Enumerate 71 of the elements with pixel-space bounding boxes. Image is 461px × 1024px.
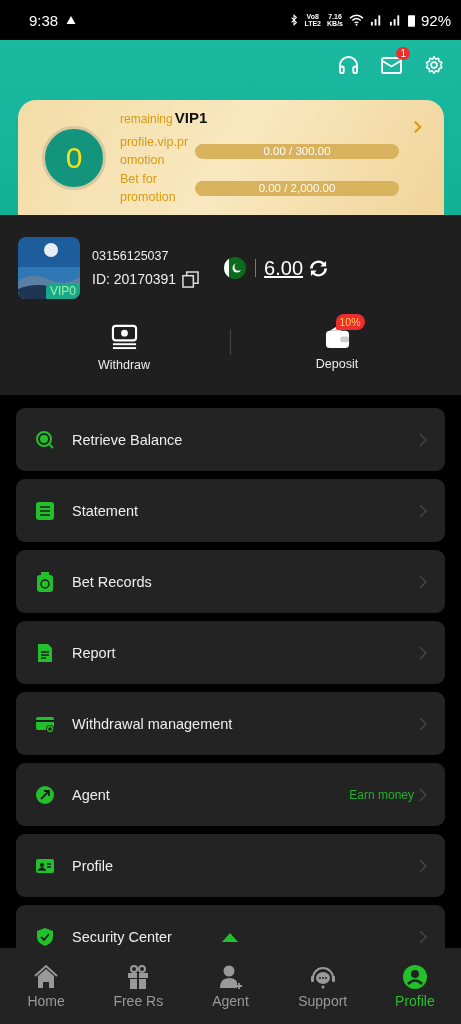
- retrieve-icon: [35, 429, 55, 450]
- menu-item[interactable]: Bet Records: [16, 550, 445, 613]
- menu-item[interactable]: Withdrawal management: [16, 692, 445, 755]
- bonus-badge: 10%: [335, 314, 365, 330]
- chevron-icon: [419, 787, 427, 802]
- menu-item[interactable]: Security Center: [16, 905, 445, 948]
- progress-label: profile.vip.pr omotion: [120, 134, 190, 169]
- home-icon: [33, 963, 60, 990]
- vip-level: VIP1: [174, 109, 208, 126]
- menu-label: Agent: [72, 786, 110, 803]
- caret-up-icon[interactable]: [222, 933, 238, 942]
- vip-medal: 0: [42, 125, 106, 190]
- nav-tab[interactable]: Agent: [184, 948, 277, 1024]
- progress-label: Bet for promotion: [120, 171, 177, 206]
- menu-item[interactable]: Statement: [16, 479, 445, 542]
- warning-icon: [66, 15, 77, 25]
- notification-badge: 1: [396, 46, 410, 60]
- menu-label: Withdrawal management: [72, 715, 233, 732]
- nav-tab[interactable]: Profile: [368, 948, 461, 1024]
- nav-tab[interactable]: Free Rs: [92, 948, 185, 1024]
- menu-item[interactable]: Profile: [16, 834, 445, 897]
- flag-icon: [223, 256, 248, 280]
- phone-number: 03156125037: [92, 248, 170, 263]
- clock: 9:38: [29, 11, 59, 29]
- menu-label: Profile: [72, 857, 114, 874]
- chevron-icon: [419, 432, 427, 447]
- chevron-icon: [419, 503, 427, 518]
- wifi-icon: [348, 14, 364, 26]
- wallet-icon: [323, 324, 351, 349]
- progress-reading: 0.00 / 2,000.00: [258, 182, 336, 194]
- vip-badge: VIP0: [46, 283, 80, 299]
- nav-tab[interactable]: Support: [276, 948, 369, 1024]
- copy-icon[interactable]: [182, 270, 200, 288]
- chevron-icon: [413, 120, 422, 134]
- banknote-icon: [110, 323, 138, 350]
- chevron-icon: [419, 574, 427, 589]
- bets-icon: [35, 571, 55, 592]
- agent-icon: [35, 784, 55, 805]
- statement-icon: [35, 500, 55, 521]
- agent-icon: [217, 963, 244, 990]
- menu-label: Report: [72, 644, 116, 661]
- profile-icon: [401, 963, 428, 990]
- chevron-icon: [419, 929, 427, 944]
- menu-label: Statement: [72, 502, 139, 519]
- chevron-icon: [419, 716, 427, 731]
- battery-icon: [407, 13, 415, 27]
- signal-icon: [388, 14, 402, 26]
- menu-item[interactable]: Report: [16, 621, 445, 684]
- menu-label: Bet Records: [72, 573, 152, 590]
- chevron-icon: [419, 858, 427, 873]
- remaining-label: remaining: [120, 112, 173, 126]
- menu-item[interactable]: Retrieve Balance: [16, 408, 445, 471]
- chevron-icon: [419, 645, 427, 660]
- report-icon: [35, 642, 55, 663]
- bluetooth-icon: [290, 14, 299, 26]
- earn-money-link[interactable]: Earn money: [349, 787, 414, 802]
- menu-label: Security Center: [72, 928, 172, 945]
- action-button[interactable]: Withdraw: [18, 311, 230, 372]
- progress-reading: 0.00 / 300.00: [263, 145, 331, 157]
- signal-icon: [369, 14, 383, 26]
- menu-label: Retrieve Balance: [72, 431, 183, 448]
- refresh-icon[interactable]: [309, 258, 328, 278]
- battery-percent: 92%: [420, 11, 451, 29]
- menu-item[interactable]: Agent Earn money: [16, 763, 445, 826]
- mail-icon[interactable]: [381, 56, 402, 74]
- vip-card[interactable]: 0 remaining VIP1 profile.vip.pr omotion 0.00 / 300.00 Bet for promotion 0.00 / 2,000.00: [18, 100, 444, 215]
- action-button[interactable]: 10% Deposit: [231, 312, 443, 371]
- balance-amount[interactable]: 6.00: [264, 256, 303, 280]
- user-id: ID: 20170391: [92, 271, 177, 287]
- nav-tab[interactable]: Home: [0, 948, 93, 1024]
- security-icon: [35, 926, 55, 947]
